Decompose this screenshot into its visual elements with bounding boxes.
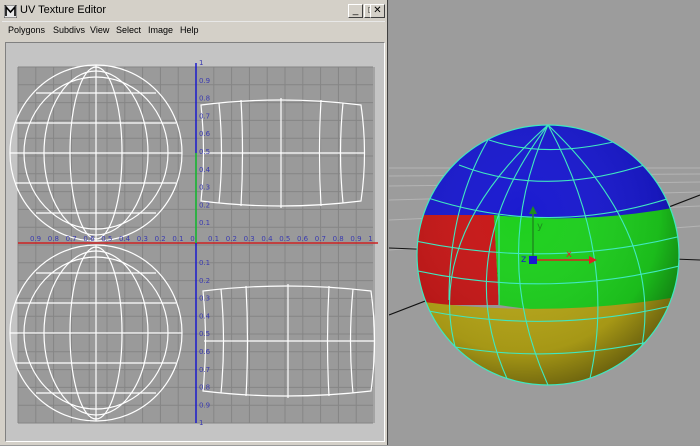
- u-tick-label: 0.9: [30, 235, 41, 243]
- u-tick-label: 1: [368, 235, 372, 243]
- u-tick-label: 0.1: [208, 235, 219, 243]
- y-axis-label: y: [537, 221, 543, 232]
- uv-texture-editor-window: UV Texture Editor _ □ ✕ Polygons Subdivs…: [0, 0, 388, 445]
- u-tick-label: 0.4: [261, 235, 273, 243]
- maya-app-icon: [4, 5, 17, 18]
- u-tick-label: 0.2: [226, 235, 237, 243]
- v-tick-label: 0.4: [199, 312, 211, 320]
- z-axis-label: z: [521, 254, 526, 265]
- v-tick-label: 0.2: [199, 277, 210, 285]
- u-tick-label: 0.6: [83, 235, 95, 243]
- menu-view[interactable]: View: [90, 25, 109, 35]
- v-tick-label: 0.7: [199, 366, 210, 374]
- u-tick-label: 0.8: [48, 235, 59, 243]
- v-tick-label: 0.7: [199, 112, 210, 120]
- menu-select[interactable]: Select: [116, 25, 141, 35]
- menu-polygons[interactable]: Polygons: [8, 25, 45, 35]
- v-tick-label: 0.1: [199, 219, 210, 227]
- v-tick-label: 0.4: [199, 166, 211, 174]
- v-tick-label: 0.8: [199, 384, 210, 392]
- v-tick-label: 0.9: [199, 77, 210, 85]
- x-axis-label: x: [566, 249, 572, 260]
- u-tick-label: 0.9: [350, 235, 361, 243]
- menu-subdivs[interactable]: Subdivs: [53, 25, 85, 35]
- v-tick-label: 0.5: [199, 330, 210, 338]
- u-tick-label: 0: [190, 235, 194, 243]
- u-tick-label: 0.5: [101, 235, 112, 243]
- u-tick-label: 0.4: [119, 235, 131, 243]
- window-title: UV Texture Editor: [20, 4, 107, 16]
- menu-image[interactable]: Image: [148, 25, 173, 35]
- v-tick-label: 0.2: [199, 201, 210, 209]
- u-tick-label: 0.5: [279, 235, 290, 243]
- title-bar[interactable]: UV Texture Editor _ □: [2, 2, 385, 22]
- v-tick-label: 1: [199, 59, 203, 67]
- uv-editor-canvas[interactable]: 0.9 0.8 0.7 0.6 0.5 0.4 0.3 0.2 0.1 0 0.1 0.2 0.3 0.4…: [5, 42, 385, 442]
- v-tick-label: 0.3: [199, 295, 210, 303]
- v-tick-label: 0.6: [199, 130, 211, 138]
- v-tick-label: 0.5: [199, 148, 210, 156]
- u-tick-label: 0.6: [297, 235, 309, 243]
- v-tick-label: 0.9: [199, 401, 210, 409]
- u-tick-label: 0.3: [244, 235, 255, 243]
- uv-grid[interactable]: 0.9 0.8 0.7 0.6 0.5 0.4 0.3 0.2 0.1 0 0.1 0.2 0.3 0.4…: [6, 43, 384, 441]
- v-tick-label: 0.3: [199, 184, 210, 192]
- v-tick-label: 0.1: [199, 259, 210, 267]
- v-tick-label: 1: [199, 419, 203, 427]
- u-tick-label: 0.1: [172, 235, 183, 243]
- minimize-button[interactable]: _: [348, 4, 363, 18]
- menu-help[interactable]: Help: [180, 25, 199, 35]
- u-tick-label: 0.8: [333, 235, 344, 243]
- perspective-viewport[interactable]: x y z: [389, 0, 700, 445]
- menu-bar: Polygons Subdivs View Select Image Help: [2, 23, 385, 41]
- u-tick-label: 0.7: [66, 235, 77, 243]
- u-tick-label: 0.7: [315, 235, 326, 243]
- v-tick-label: 0.8: [199, 95, 210, 103]
- close-button[interactable]: ✕: [370, 4, 385, 18]
- u-tick-label: 0.2: [155, 235, 166, 243]
- v-tick-label: 0.6: [199, 348, 211, 356]
- viewport-scene[interactable]: x y z: [389, 0, 700, 445]
- u-tick-label: 0.3: [137, 235, 148, 243]
